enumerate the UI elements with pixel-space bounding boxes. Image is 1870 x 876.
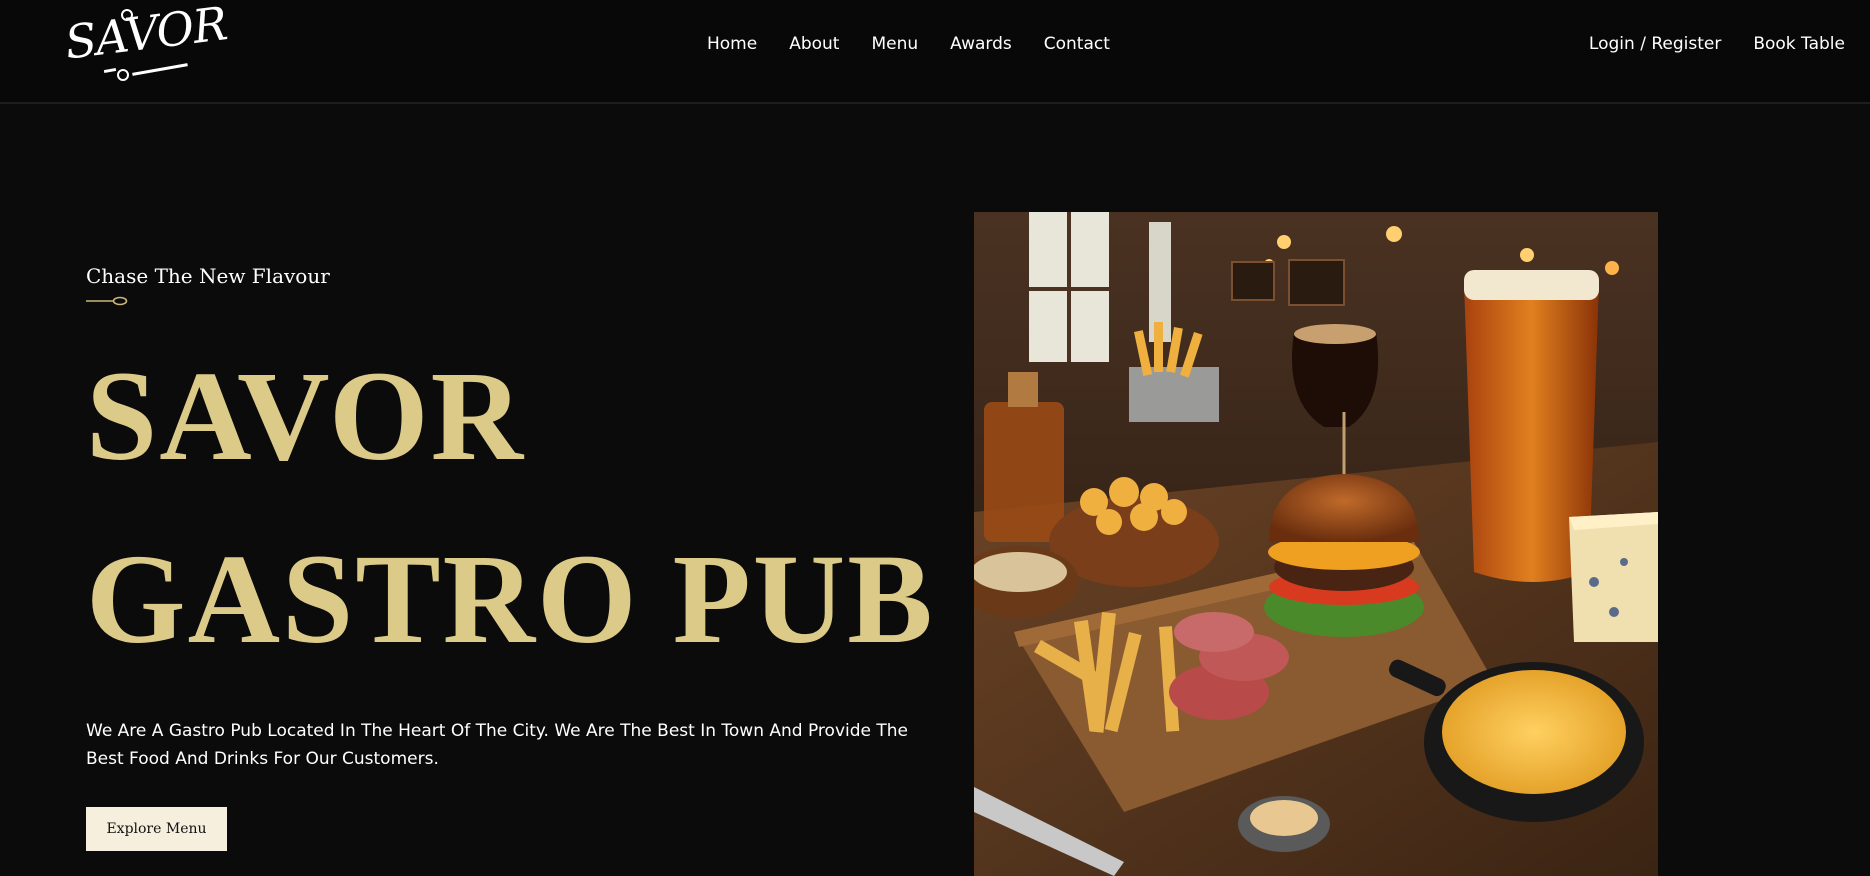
site-header: SAVOR Home About Menu Awards Contact Log… <box>0 0 1870 104</box>
nav-awards[interactable]: Awards <box>950 34 1012 54</box>
main-nav: Home About Menu Awards Contact <box>707 34 1142 54</box>
account-nav: Login / Register Book Table <box>1557 34 1845 54</box>
login-register-link[interactable]: Login / Register <box>1589 34 1721 54</box>
spoon-ornament-icon <box>86 296 128 306</box>
logo-underline-icon <box>103 67 117 74</box>
explore-menu-button[interactable]: Explore Menu <box>86 807 227 851</box>
nav-contact[interactable]: Contact <box>1044 34 1110 54</box>
book-table-link[interactable]: Book Table <box>1753 34 1845 54</box>
hero-tagline: Chase The New Flavour <box>86 264 330 288</box>
logo-dot-icon <box>117 69 129 81</box>
hero-food-image <box>974 212 1658 876</box>
nav-menu[interactable]: Menu <box>871 34 918 54</box>
savor-logo[interactable]: SAVOR <box>58 0 230 84</box>
logo-underline-icon <box>132 63 188 76</box>
hero-title-line-2: GASTRO PUB <box>86 528 935 670</box>
hero-description: We Are A Gastro Pub Located In The Heart… <box>86 721 909 769</box>
nav-about[interactable]: About <box>789 34 839 54</box>
hero-title-line-1: SAVOR <box>86 345 525 487</box>
logo-wordmark: SAVOR <box>62 0 230 70</box>
nav-home[interactable]: Home <box>707 34 757 54</box>
